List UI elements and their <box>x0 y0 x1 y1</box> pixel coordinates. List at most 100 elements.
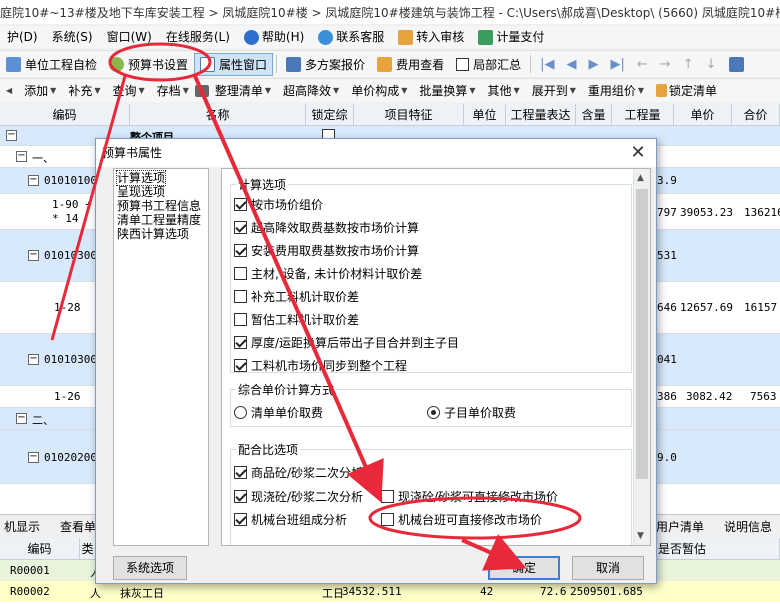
archive-button[interactable]: 存档 ▼ <box>151 82 195 99</box>
option-height-reduction-market[interactable]: 超高降效取费基数按市场价计算 <box>234 219 419 236</box>
option-machine-shift-edit-price[interactable]: 机械台班可直接修改市场价 <box>381 511 542 528</box>
next-icon[interactable]: ▶ <box>582 57 604 72</box>
tab-user-list[interactable]: 用户清单 <box>652 518 708 535</box>
right-arrow-icon[interactable]: → <box>654 57 677 72</box>
height-reduction-button[interactable]: 超高降效 ▼ <box>277 82 345 99</box>
collapse-icon[interactable]: − <box>16 413 27 424</box>
collapse-icon[interactable]: − <box>28 250 39 261</box>
col-header-content[interactable]: 含量 <box>576 104 612 126</box>
option-install-fee-market[interactable]: 安装费用取费基数按市场价计算 <box>234 242 419 259</box>
close-icon[interactable]: ✕ <box>626 141 650 165</box>
up-arrow-icon[interactable]: ↑ <box>677 57 700 72</box>
collapse-icon[interactable]: − <box>16 151 27 162</box>
left-arrow-icon[interactable]: ← <box>631 57 654 72</box>
tree-item-display-options[interactable]: 呈现选项 <box>117 185 208 199</box>
partial-summary-button[interactable]: 局部汇总 <box>450 53 527 76</box>
menu-maintain[interactable]: 护(D) <box>0 26 45 48</box>
menu-contact-service[interactable]: 联系客服 <box>311 26 391 48</box>
scroll-up-icon[interactable]: ▲ <box>637 173 644 183</box>
col-header-expression[interactable]: 工程量表达 <box>506 104 576 126</box>
toolbar-scroll-left[interactable]: ◀ <box>0 86 18 95</box>
option-machine-shift-analysis[interactable]: 机械台班组成分析 <box>234 511 347 528</box>
checkbox[interactable] <box>234 359 247 372</box>
checkbox[interactable] <box>234 466 247 479</box>
col-header-total[interactable]: 合价 <box>732 104 780 126</box>
budget-settings-button[interactable]: 预算书设置 <box>103 53 194 76</box>
menu-help[interactable]: 帮助(H) <box>237 26 311 48</box>
system-options-button[interactable]: 系统选项 <box>113 556 187 580</box>
tree-item-quantity-precision[interactable]: 清单工程量精度 <box>117 213 208 227</box>
last-icon[interactable]: ▶| <box>604 57 630 72</box>
col-header-price[interactable]: 单价 <box>674 104 732 126</box>
collapse-icon[interactable]: − <box>28 175 39 186</box>
option-commercial-concrete-analysis[interactable]: 商品砼/砂浆二次分析 <box>234 464 363 481</box>
reuse-pricing-button[interactable]: 重用组价 ▼ <box>582 82 650 99</box>
tab-machine-display[interactable]: 机显示 <box>0 518 44 535</box>
multi-plan-quote-button[interactable]: 多方案报价 <box>280 53 371 76</box>
batch-convert-button[interactable]: 批量换算 ▼ <box>413 82 481 99</box>
expand-to-button[interactable]: 展开到 ▼ <box>526 82 582 99</box>
collapse-icon[interactable]: − <box>28 354 39 365</box>
menu-system[interactable]: 系统(S) <box>45 26 100 48</box>
first-icon[interactable]: |◀ <box>534 57 560 72</box>
organize-list-button[interactable]: 整理清单 ▼ <box>209 82 277 99</box>
lock-list-button[interactable]: 锁定清单 <box>650 82 723 99</box>
col-header-quantity[interactable]: 工程量 <box>612 104 674 126</box>
menu-transfer-review[interactable]: 转入审核 <box>391 26 471 48</box>
checkbox[interactable] <box>234 221 247 234</box>
col-header-code[interactable]: 编码 <box>0 104 130 126</box>
menu-measure-payment[interactable]: 计量支付 <box>471 26 551 48</box>
col-header-unit[interactable]: 单位 <box>464 104 506 126</box>
scroll-down-icon[interactable]: ▼ <box>637 531 644 541</box>
prev-icon[interactable]: ◀ <box>560 57 582 72</box>
ok-button[interactable]: 确定 <box>488 556 560 580</box>
col-header-code[interactable]: 编码 <box>0 538 80 560</box>
scrollbar-thumb[interactable] <box>636 189 648 479</box>
table-row[interactable]: R00002 人 抹灰工日 工日 34532.511 42 72.6 25095… <box>0 581 780 602</box>
option-main-material-diff[interactable]: 主材, 设备, 未计价材料计取价差 <box>234 265 422 282</box>
down-arrow-icon[interactable]: ↓ <box>700 57 723 72</box>
add-button[interactable]: 添加 ▼ <box>18 82 62 99</box>
checkbox[interactable] <box>234 290 247 303</box>
other-button[interactable]: 其他 ▼ <box>482 82 526 99</box>
collapse-icon[interactable]: − <box>28 452 39 463</box>
tree-item-calc-options[interactable]: 计算选项 <box>115 170 167 186</box>
checkbox[interactable] <box>234 513 247 526</box>
option-cast-concrete-analysis[interactable]: 现浇砼/砂浆二次分析 <box>234 488 363 505</box>
cancel-button[interactable]: 取消 <box>572 556 644 580</box>
checkbox[interactable] <box>381 490 394 503</box>
unit-price-structure-button[interactable]: 单价构成 ▼ <box>345 82 413 99</box>
col-header-feature[interactable]: 项目特征 <box>354 104 464 126</box>
checkbox[interactable] <box>381 513 394 526</box>
col-header-lock[interactable]: 锁定综 <box>306 104 354 126</box>
checkbox[interactable] <box>234 336 247 349</box>
col-header-type[interactable]: 类 <box>80 538 96 560</box>
checkbox[interactable] <box>234 198 247 211</box>
radio-button[interactable] <box>427 406 440 419</box>
tree-item-shaanxi-options[interactable]: 陕西计算选项 <box>117 227 208 241</box>
option-estimate-diff[interactable]: 暂估工料机计取价差 <box>234 311 359 328</box>
tab-description[interactable]: 说明信息 <box>720 518 776 535</box>
menu-window[interactable]: 窗口(W) <box>100 26 159 48</box>
tree-item-project-info[interactable]: 预算书工程信息 <box>117 199 208 213</box>
option-market-price-pricing[interactable]: 按市场价组价 <box>234 196 323 213</box>
radio-subitem-unit-price[interactable]: 子目单价取费 <box>427 404 516 421</box>
radio-button[interactable] <box>234 406 247 419</box>
collapse-icon[interactable]: − <box>6 130 17 141</box>
property-window-button[interactable]: 属性窗口 <box>194 52 274 76</box>
radio-list-unit-price[interactable]: 清单单价取费 <box>234 404 323 421</box>
unit-self-check-button[interactable]: 单位工程自检 <box>0 53 103 76</box>
option-merge-subitems[interactable]: 厚度/运距换算后带出子目合并到主子目 <box>234 334 459 351</box>
query-button[interactable]: 查询 ▼ <box>107 82 151 99</box>
option-supplement-diff[interactable]: 补充工料机计取价差 <box>234 288 359 305</box>
option-sync-market-price[interactable]: 工料机市场价同步到整个工程 <box>234 357 407 374</box>
panel-scrollbar[interactable]: ▲ ▼ <box>633 169 650 545</box>
binoculars-icon[interactable] <box>194 84 209 97</box>
checkbox[interactable] <box>234 490 247 503</box>
checkbox[interactable] <box>234 267 247 280</box>
checkbox[interactable] <box>234 313 247 326</box>
calculator-icon[interactable] <box>728 56 744 72</box>
option-cast-concrete-edit-price[interactable]: 现浇砼/砂浆可直接修改市场价 <box>381 488 558 505</box>
col-header-estimate[interactable]: 是否暂估 <box>656 538 780 560</box>
partial-summary-checkbox[interactable] <box>456 57 470 71</box>
